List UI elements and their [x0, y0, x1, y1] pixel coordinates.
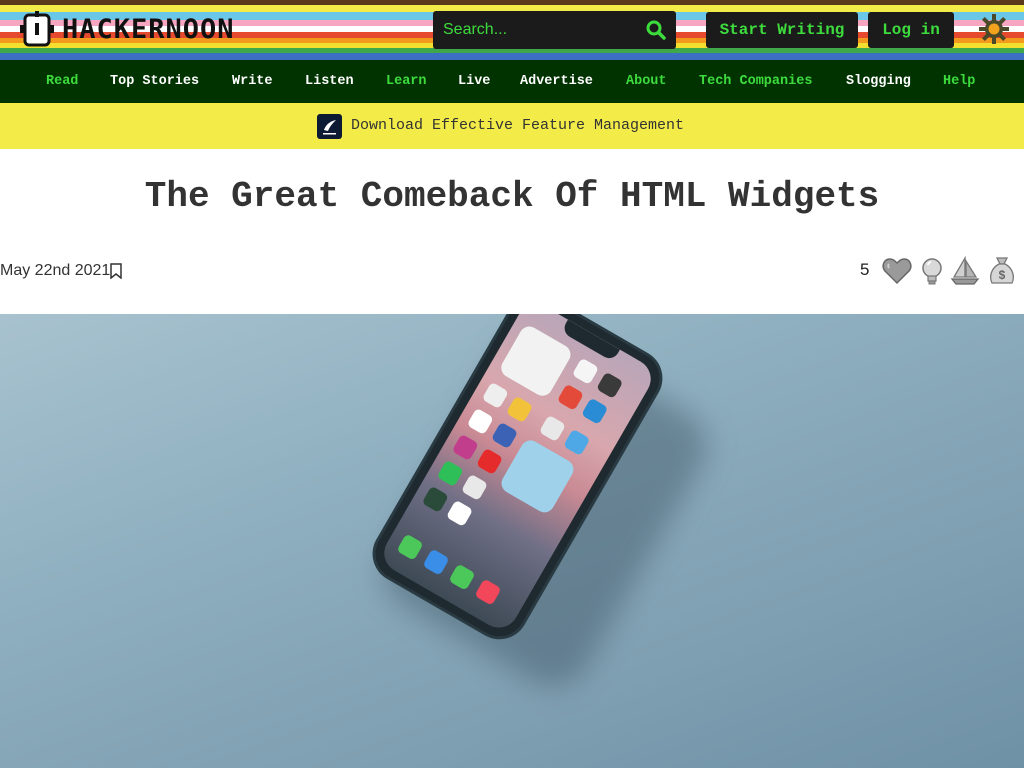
nav-item-read[interactable]: Read	[46, 60, 78, 103]
app-icon	[505, 395, 534, 424]
app-icon	[481, 381, 509, 410]
hero-image	[0, 314, 1024, 768]
nav-item-write[interactable]: Write	[232, 60, 273, 103]
site-header: HACKERNOON Search... Start Writing Log i…	[0, 0, 1024, 60]
start-writing-button[interactable]: Start Writing	[706, 12, 858, 48]
logo-text: HACKERNOON	[62, 14, 235, 45]
main-nav: Read Top Stories Write Listen Learn Live…	[0, 60, 1024, 103]
article-date: May 22nd 2021	[0, 262, 111, 279]
money-bag-icon[interactable]: $	[986, 255, 1018, 287]
app-icon	[421, 485, 449, 514]
bookmark-icon[interactable]	[110, 263, 122, 279]
nav-item-live[interactable]: Live	[458, 60, 490, 103]
app-icon	[451, 433, 479, 462]
app-icon	[475, 447, 504, 476]
weather-widget	[497, 436, 578, 516]
nav-item-learn[interactable]: Learn	[386, 60, 427, 103]
nav-item-tech-companies[interactable]: Tech Companies	[699, 60, 812, 103]
app-icon	[396, 533, 424, 561]
app-icon	[474, 578, 502, 606]
svg-text:$: $	[999, 268, 1006, 282]
reaction-count: 5	[860, 260, 870, 279]
promo-banner[interactable]: Download Effective Feature Management	[0, 103, 1024, 149]
app-icon	[436, 459, 464, 488]
lightbulb-icon[interactable]	[916, 255, 948, 287]
logo[interactable]: HACKERNOON	[20, 11, 235, 49]
app-icon	[445, 499, 474, 528]
nav-item-listen[interactable]: Listen	[305, 60, 354, 103]
app-icon	[490, 421, 519, 450]
app-icon	[596, 371, 624, 399]
sponsor-logo-icon	[323, 120, 336, 135]
app-icon	[581, 397, 609, 425]
nav-item-help[interactable]: Help	[943, 60, 975, 103]
nav-item-slogging[interactable]: Slogging	[846, 60, 911, 103]
search-icon[interactable]	[646, 20, 666, 40]
search-box[interactable]: Search...	[433, 11, 676, 49]
app-icon	[466, 407, 494, 436]
nav-item-about[interactable]: About	[626, 60, 667, 103]
nav-item-top-stories[interactable]: Top Stories	[110, 60, 199, 103]
sailboat-icon[interactable]	[949, 255, 981, 287]
article-title: The Great Comeback Of HTML Widgets	[144, 176, 880, 217]
login-button[interactable]: Log in	[868, 12, 954, 48]
logo-icon	[20, 11, 54, 47]
app-icon	[563, 428, 591, 457]
search-input[interactable]: Search...	[443, 21, 646, 39]
app-icon	[460, 473, 489, 502]
gear-icon[interactable]	[978, 13, 1010, 45]
app-icon	[448, 563, 476, 591]
app-icon	[556, 383, 585, 411]
sponsor-logo	[317, 114, 342, 139]
nav-item-advertise[interactable]: Advertise	[520, 60, 593, 103]
app-icon	[538, 414, 567, 443]
app-icon	[422, 548, 450, 576]
rainbow-stripe	[0, 53, 1024, 60]
app-icon	[571, 357, 600, 385]
calendar-widget	[497, 322, 575, 400]
promo-text[interactable]: Download Effective Feature Management	[351, 103, 684, 149]
heart-icon[interactable]	[881, 255, 913, 287]
